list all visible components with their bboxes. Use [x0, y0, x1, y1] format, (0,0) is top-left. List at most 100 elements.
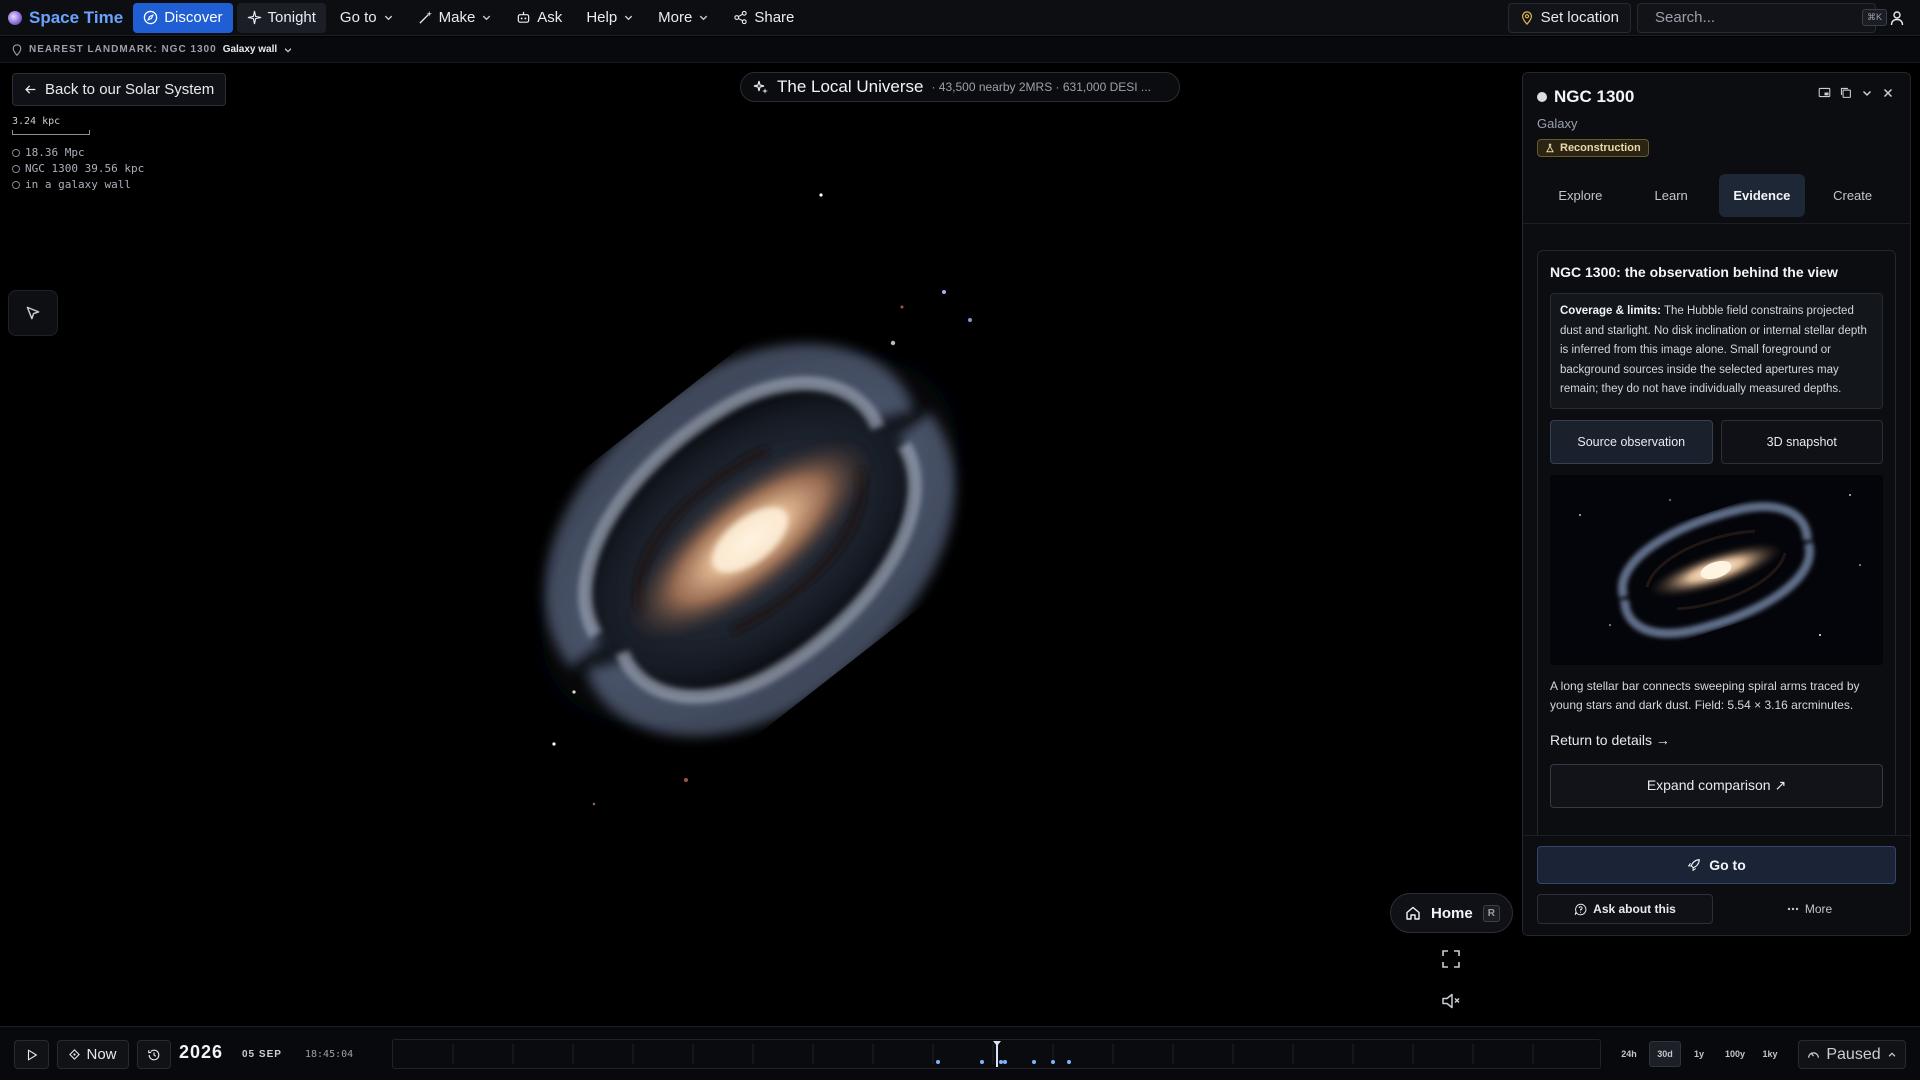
current-date[interactable]: 05 SEP	[242, 1049, 282, 1060]
scene-subtitle: · 43,500 nearby 2MRS · 631,000 DESI ...	[931, 80, 1151, 94]
fullscreen-icon[interactable]	[1440, 948, 1462, 970]
nav-share[interactable]: Share	[723, 3, 804, 33]
range-100y[interactable]: 100y	[1718, 1041, 1752, 1067]
current-time: 18:45:04	[305, 1049, 354, 1060]
chevron-up-icon	[1888, 1051, 1895, 1057]
target-icon	[12, 164, 20, 173]
nav-more-label: More	[658, 9, 693, 26]
now-button[interactable]: Now	[57, 1040, 129, 1069]
search-box[interactable]: ⌘K	[1637, 2, 1888, 33]
go-to-label: Go to	[1709, 857, 1746, 873]
nav-make-label: Make	[438, 9, 476, 26]
nav-ask[interactable]: Ask	[506, 3, 572, 33]
nav-help-label: Help	[586, 9, 618, 26]
nav-help[interactable]: Help	[576, 3, 644, 33]
divider	[1523, 223, 1910, 224]
expand-comparison-button[interactable]: Expand comparison ↗	[1550, 763, 1883, 808]
current-year[interactable]: 2026	[179, 1042, 223, 1063]
close-icon	[1883, 88, 1892, 97]
pointer-tool-button[interactable]	[8, 290, 58, 336]
panel-window-controls	[1816, 84, 1896, 101]
return-to-details-link[interactable]: Return to details →	[1550, 732, 1883, 748]
ask-about-label: Ask about this	[1593, 902, 1676, 916]
object-type: Galaxy	[1537, 116, 1578, 131]
3d-snapshot-button[interactable]: 3D snapshot	[1720, 419, 1883, 464]
share-icon	[734, 10, 748, 25]
range-1y[interactable]: 1y	[1686, 1041, 1712, 1067]
nav-ask-label: Ask	[537, 9, 563, 26]
range-30d[interactable]: 30d	[1649, 1041, 1681, 1067]
circle-icon	[12, 148, 20, 157]
tab-create[interactable]: Create	[1809, 174, 1896, 217]
chevron-down-icon	[483, 15, 491, 21]
nav-discover[interactable]: Discover	[133, 2, 233, 33]
go-to-button[interactable]: Go to	[1537, 846, 1896, 884]
chevron-down-icon	[1862, 90, 1871, 96]
reconstruction-badge: Reconstruction	[1537, 139, 1649, 157]
scene-title: The Local Universe	[777, 77, 924, 96]
source-observation-button[interactable]: Source observation	[1550, 419, 1713, 464]
scene-title-pill[interactable]: The Local Universe · 43,500 nearby 2MRS …	[740, 72, 1180, 102]
nav-share-label: Share	[754, 9, 795, 26]
more-actions-button[interactable]: More	[1723, 894, 1896, 924]
observation-toggle: Source observation 3D snapshot	[1550, 419, 1883, 464]
collapse-button[interactable]	[1858, 84, 1875, 101]
object-detail-panel: NGC 1300 Galaxy Reconstruction Explore L…	[1522, 72, 1911, 936]
coord-object: NGC 1300 39.56 kpc	[12, 162, 144, 175]
location-pin-icon	[12, 43, 22, 56]
timeline-ticks	[452, 1041, 1534, 1067]
playback-state-label: Paused	[1826, 1045, 1881, 1063]
pin-panel-button[interactable]	[1816, 84, 1833, 101]
object-dot-icon	[1537, 92, 1547, 102]
chevron-down-icon[interactable]	[283, 45, 293, 55]
coord-object-label: NGC 1300 39.56 kpc	[25, 162, 145, 175]
question-bubble-icon	[1574, 903, 1587, 915]
playback-state-button[interactable]: Paused	[1798, 1040, 1906, 1069]
location-pin-icon	[1521, 10, 1532, 25]
history-icon	[148, 1049, 160, 1060]
mute-icon[interactable]	[1440, 990, 1462, 1012]
picture-in-picture-icon	[1818, 87, 1831, 98]
chevron-down-icon	[624, 15, 633, 21]
ask-about-this-button[interactable]: Ask about this	[1537, 894, 1713, 924]
back-to-solar-system-button[interactable]: Back to our Solar System	[12, 73, 227, 106]
observation-image[interactable]	[1550, 474, 1883, 665]
nav-tonight[interactable]: Tonight	[236, 2, 326, 33]
nav-make[interactable]: Make	[408, 3, 503, 33]
home-label: Home	[1431, 904, 1473, 922]
compass-icon	[143, 10, 158, 25]
copy-button[interactable]	[1837, 84, 1854, 101]
timeline-bar: Now 2026 05 SEP 18:45:04 24h 30d 1y 100y…	[0, 1026, 1920, 1080]
tab-explore[interactable]: Explore	[1537, 174, 1624, 217]
limits-label: Coverage & limits:	[1560, 305, 1661, 317]
back-label: Back to our Solar System	[45, 81, 215, 98]
arrow-left-icon	[25, 85, 36, 94]
wand-icon	[419, 10, 432, 24]
home-button[interactable]: Home R	[1390, 893, 1513, 933]
observation-caption: A long stellar bar connects sweeping spi…	[1550, 678, 1860, 713]
range-1ky[interactable]: 1ky	[1756, 1041, 1784, 1067]
history-button[interactable]	[137, 1040, 171, 1069]
timeline-scrubber[interactable]	[392, 1039, 1601, 1069]
set-location-button[interactable]: Set location	[1507, 2, 1631, 33]
rocket-icon	[1687, 859, 1701, 872]
landmark-value[interactable]: Galaxy wall	[223, 44, 277, 55]
landmark-strip: NEAREST LANDMARK: NGC 1300 Galaxy wall	[0, 37, 1920, 63]
nav-more[interactable]: More	[648, 3, 719, 33]
tab-evidence[interactable]: Evidence	[1718, 174, 1806, 217]
close-panel-button[interactable]	[1879, 84, 1896, 101]
play-button[interactable]	[14, 1040, 49, 1069]
home-shortcut: R	[1482, 904, 1500, 922]
search-input[interactable]	[1655, 9, 1854, 26]
tab-learn[interactable]: Learn	[1628, 174, 1715, 217]
nav-discover-label: Discover	[164, 9, 223, 26]
range-24h[interactable]: 24h	[1615, 1041, 1643, 1067]
crosshair-icon	[69, 1049, 81, 1060]
scale-bar	[12, 130, 90, 135]
scale-label: 3.24 kpc	[12, 116, 61, 127]
coord-structure: in a galaxy wall	[12, 178, 131, 191]
brand[interactable]: Space Time	[8, 8, 123, 28]
galaxy-ngc-1300-render[interactable]	[440, 230, 1060, 850]
nav-goto[interactable]: Go to	[330, 3, 404, 33]
user-menu-button[interactable]	[1882, 3, 1912, 33]
